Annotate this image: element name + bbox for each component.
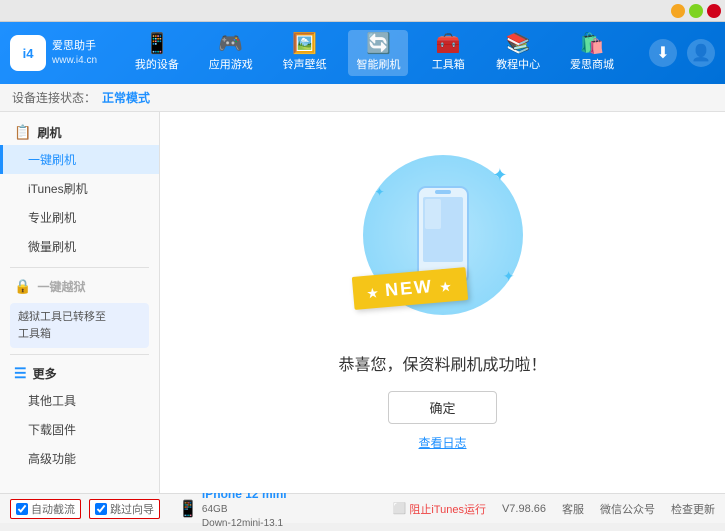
auto-scroll-input[interactable] <box>16 503 28 515</box>
status-bar: 设备连接状态： 正常模式 <box>0 84 725 112</box>
nav-device-icon: 📱 <box>144 34 169 54</box>
nav-tutorial-label: 教程中心 <box>496 56 540 72</box>
jailbreak-info-text: 越狱工具已转移至工具箱 <box>18 311 106 340</box>
sidebar-item-advanced[interactable]: 高级功能 <box>0 444 159 473</box>
skip-wizard-checkbox[interactable]: 跳过向导 <box>89 499 160 519</box>
nav-shop-label: 爱思商城 <box>570 56 614 72</box>
version-label: V7.98.66 <box>502 503 546 515</box>
device-phone-icon: 📱 <box>178 499 198 519</box>
jailbreak-info-box: 越狱工具已转移至工具箱 <box>10 303 149 348</box>
skip-wizard-input[interactable] <box>95 503 107 515</box>
status-value: 正常模式 <box>102 89 150 106</box>
wechat-link[interactable]: 微信公众号 <box>600 501 655 517</box>
nav-item-toolbox[interactable]: 🧰 工具箱 <box>422 30 474 76</box>
nav-item-apps-games[interactable]: 🎮 应用游戏 <box>201 30 261 76</box>
main-layout: 📋 刷机 一键刷机 iTunes刷机 专业刷机 微量刷机 🔒 一键越狱 越狱工具… <box>0 112 725 493</box>
nav-item-shop[interactable]: 🛍️ 爱思商城 <box>562 30 622 76</box>
sidebar: 📋 刷机 一键刷机 iTunes刷机 专业刷机 微量刷机 🔒 一键越狱 越狱工具… <box>0 112 160 493</box>
nav-ringtone-icon: 🖼️ <box>292 34 317 54</box>
confirm-button[interactable]: 确定 <box>388 391 496 424</box>
sidebar-section-jailbreak: 🔒 一键越狱 <box>0 274 159 299</box>
nav-items: 📱 我的设备 🎮 应用游戏 🖼️ 铃声壁纸 🔄 智能刷机 🧰 工具箱 📚 教程中… <box>110 30 639 76</box>
skip-wizard-label: 跳过向导 <box>110 501 154 517</box>
sidebar-divider-1 <box>10 267 149 268</box>
check-update-link[interactable]: 检查更新 <box>671 501 715 517</box>
device-storage: 64GB <box>202 503 287 517</box>
nav-tutorial-icon: 📚 <box>506 34 531 54</box>
more-section-icon: ☰ <box>14 365 27 382</box>
success-message: 恭喜您，保资料刷机成功啦！ <box>338 351 546 375</box>
logo-icon: i4 <box>10 35 46 71</box>
nav-ringtone-label: 铃声壁纸 <box>283 56 327 72</box>
flash-section-icon: 📋 <box>14 124 31 141</box>
new-badge: NEW <box>351 267 467 310</box>
flash-restore-label: 微量刷机 <box>28 240 76 254</box>
nav-item-smart-flash[interactable]: 🔄 智能刷机 <box>348 30 408 76</box>
bottom-bar: 自动截流 跳过向导 📱 iPhone 12 mini 64GB Down-12m… <box>0 493 725 523</box>
flash-section-label: 刷机 <box>37 124 61 141</box>
explore-link[interactable]: 查看日志 <box>418 434 466 451</box>
minimize-button[interactable] <box>671 4 685 18</box>
nav-item-my-device[interactable]: 📱 我的设备 <box>127 30 187 76</box>
stop-itunes-label: 阻止iTunes运行 <box>409 501 486 517</box>
other-tools-label: 其他工具 <box>28 394 76 408</box>
sidebar-item-download-firmware[interactable]: 下载固件 <box>0 415 159 444</box>
sidebar-item-one-click-flash[interactable]: 一键刷机 <box>0 145 159 174</box>
sidebar-item-itunes-flash[interactable]: iTunes刷机 <box>0 174 159 203</box>
auto-scroll-checkbox[interactable]: 自动截流 <box>10 499 81 519</box>
sparkle-icon-3: ✦ <box>503 268 515 285</box>
title-bar <box>0 0 725 22</box>
main-content: ✦ ✦ ✦ NEW 恭喜您，保资料刷机成功啦！ 确定 查看日 <box>160 112 725 493</box>
nav-toolbox-label: 工具箱 <box>432 56 465 72</box>
sidebar-item-pro-flash[interactable]: 专业刷机 <box>0 203 159 232</box>
status-label: 设备连接状态： <box>12 89 96 106</box>
header-right: ⬇ 👤 <box>649 39 715 67</box>
header: i4 爱思助手 www.i4.cn 📱 我的设备 🎮 应用游戏 🖼️ 铃声壁纸 … <box>0 22 725 84</box>
device-storage-value: 64GB <box>202 504 228 515</box>
nav-item-ringtone[interactable]: 🖼️ 铃声壁纸 <box>275 30 335 76</box>
auto-scroll-label: 自动截流 <box>31 501 75 517</box>
sidebar-divider-2 <box>10 354 149 355</box>
logo-line2: www.i4.cn <box>52 54 97 67</box>
close-button[interactable] <box>707 4 721 18</box>
nav-device-label: 我的设备 <box>135 56 179 72</box>
download-icon[interactable]: ⬇ <box>649 39 677 67</box>
illustration-area: ✦ ✦ ✦ NEW <box>363 155 523 315</box>
advanced-label: 高级功能 <box>28 452 76 466</box>
sidebar-section-more[interactable]: ☰ 更多 <box>0 361 159 386</box>
more-section-label: 更多 <box>33 365 57 382</box>
customer-service-link[interactable]: 客服 <box>562 501 584 517</box>
pro-flash-label: 专业刷机 <box>28 211 76 225</box>
sidebar-section-flash[interactable]: 📋 刷机 <box>0 120 159 145</box>
stop-itunes-icon: ⬜ <box>393 502 407 515</box>
itunes-flash-label: iTunes刷机 <box>28 182 88 196</box>
nav-apps-label: 应用游戏 <box>209 56 253 72</box>
jailbreak-lock-icon: 🔒 <box>14 278 31 295</box>
account-icon[interactable]: 👤 <box>687 39 715 67</box>
sidebar-item-other-tools[interactable]: 其他工具 <box>0 386 159 415</box>
nav-apps-icon: 🎮 <box>218 34 243 54</box>
jailbreak-section-label: 一键越狱 <box>37 278 85 295</box>
logo-area: i4 爱思助手 www.i4.cn <box>10 35 110 71</box>
one-click-flash-label: 一键刷机 <box>28 153 76 167</box>
sparkle-icon-1: ✦ <box>492 165 507 186</box>
bottom-right: ⬜ 阻止iTunes运行 V7.98.66 客服 微信公众号 检查更新 <box>393 501 715 517</box>
new-badge-text: NEW <box>384 276 434 300</box>
phone-circle: ✦ ✦ ✦ NEW <box>363 155 523 315</box>
nav-flash-icon: 🔄 <box>366 34 391 54</box>
download-firmware-label: 下载固件 <box>28 423 76 437</box>
nav-item-tutorial[interactable]: 📚 教程中心 <box>488 30 548 76</box>
nav-shop-icon: 🛍️ <box>580 34 605 54</box>
sparkle-icon-2: ✦ <box>375 185 385 199</box>
sidebar-item-flash-restore[interactable]: 微量刷机 <box>0 232 159 261</box>
nav-flash-label: 智能刷机 <box>356 56 400 72</box>
stop-itunes[interactable]: ⬜ 阻止iTunes运行 <box>393 501 486 517</box>
nav-toolbox-icon: 🧰 <box>436 34 461 54</box>
device-firmware: Down-12mini-13.1 <box>202 517 287 531</box>
maximize-button[interactable] <box>689 4 703 18</box>
logo-line1: 爱思助手 <box>52 39 97 53</box>
logo-text: 爱思助手 www.i4.cn <box>52 39 97 66</box>
